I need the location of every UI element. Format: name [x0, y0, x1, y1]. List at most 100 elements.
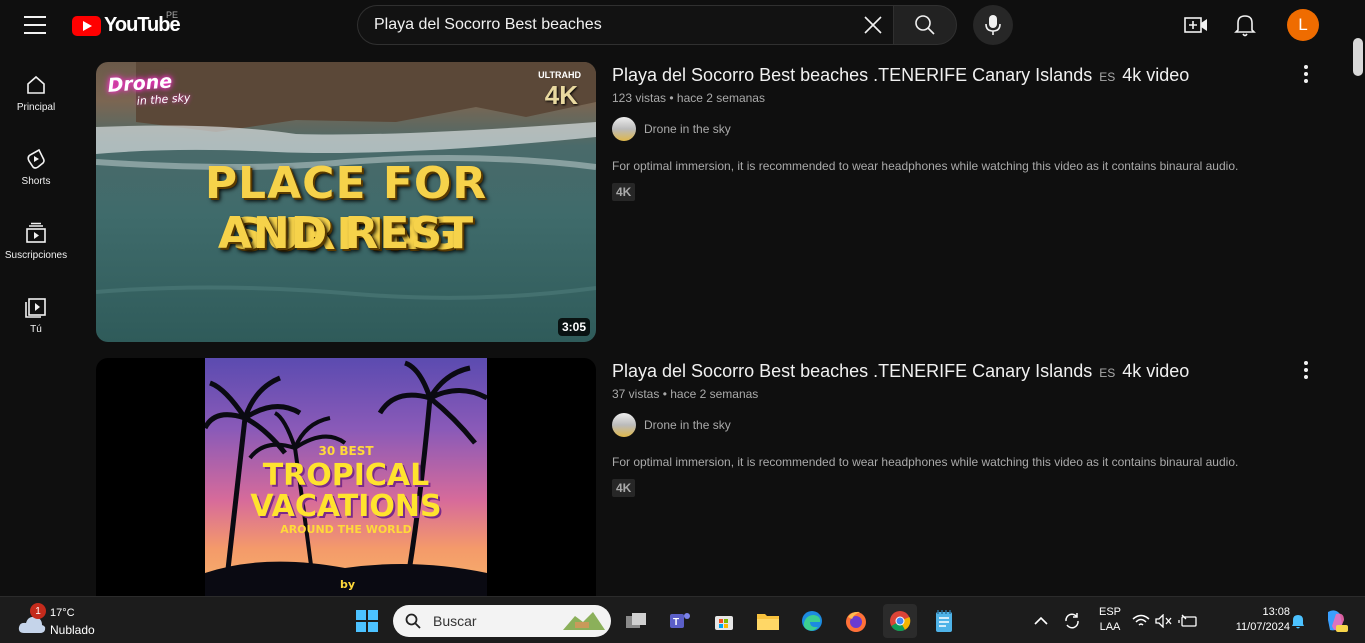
subscriptions-icon — [26, 222, 46, 243]
firefox-icon[interactable] — [839, 604, 873, 638]
sidebar-item-label: Suscripciones — [4, 250, 68, 261]
clear-search-icon[interactable] — [853, 6, 893, 44]
thumb-line5: by — [340, 578, 356, 591]
taskbar-search-placeholder: Buscar — [433, 613, 477, 629]
search-button[interactable] — [893, 5, 957, 45]
account-avatar[interactable]: L — [1287, 9, 1319, 41]
windows-taskbar: 1 17°C Nublado Buscar T ESP LAA 13:08 11… — [0, 596, 1365, 643]
copilot-icon[interactable] — [1318, 604, 1352, 638]
video-title[interactable]: Playa del Socorro Best beaches .TENERIFE… — [612, 358, 1292, 386]
search-box — [357, 5, 893, 45]
language-code: ESP — [1098, 606, 1121, 618]
shorts-icon — [27, 148, 45, 169]
title-text: Playa del Socorro Best beaches .TENERIFE… — [612, 361, 1093, 381]
temperature: 17°C — [50, 607, 75, 619]
quality-badge: 4K — [612, 183, 636, 201]
channel-avatar — [612, 117, 636, 141]
play-logo-icon — [72, 15, 101, 36]
thumb-line1: 30 BEST — [318, 444, 374, 458]
keyboard-layout: LAA — [1099, 621, 1121, 633]
chevron-up-icon[interactable] — [1024, 604, 1058, 638]
battery-icon[interactable] — [1177, 604, 1199, 638]
thumb-line3: VACATIONS — [250, 489, 442, 524]
search-icon — [915, 15, 935, 35]
thumb-line2: TROPICAL — [262, 458, 430, 493]
thumb-ultrahd-label: ULTRAHD — [538, 70, 581, 80]
country-code: PE — [166, 10, 179, 20]
masthead: YouTube PE L — [0, 0, 1365, 52]
sync-icon[interactable] — [1055, 604, 1089, 638]
volume-muted-icon[interactable] — [1154, 604, 1174, 638]
notification-center-icon[interactable] — [1287, 604, 1309, 638]
svg-text:T: T — [673, 617, 679, 628]
file-explorer-icon[interactable] — [751, 604, 785, 638]
video-info: Playa del Socorro Best beaches .TENERIFE… — [612, 62, 1292, 201]
windows-start-icon[interactable] — [350, 604, 384, 638]
title-suffix: 4k video — [1122, 65, 1190, 85]
edge-icon[interactable] — [795, 604, 829, 638]
taskbar-search[interactable]: Buscar — [393, 605, 611, 637]
view-count: 37 vistas — [612, 387, 660, 401]
clock[interactable]: 13:08 11/07/2024 — [1214, 606, 1290, 633]
sidebar-item-suscripciones[interactable]: Suscripciones — [0, 204, 72, 278]
video-meta: 37 vistas • hace 2 semanas — [612, 387, 759, 401]
voice-search-button[interactable] — [973, 5, 1013, 45]
channel-name: Drone in the sky — [644, 418, 731, 432]
channel-avatar — [612, 413, 636, 437]
search-input[interactable] — [374, 16, 853, 34]
sidebar-item-label: Tú — [30, 324, 42, 335]
channel-link[interactable]: Drone in the sky — [612, 117, 1292, 141]
video-description: For optimal immersion, it is recommended… — [612, 455, 1239, 469]
view-count: 123 vistas — [612, 91, 667, 105]
title-suffix: 4k video — [1122, 361, 1190, 381]
mini-guide: Principal Shorts Suscripciones Tú — [0, 56, 72, 352]
menu-icon[interactable] — [24, 16, 46, 34]
more-actions-icon[interactable] — [1294, 62, 1318, 86]
search-icon — [405, 613, 421, 629]
home-icon — [27, 75, 45, 94]
microphone-icon — [985, 15, 1001, 35]
youtube-app: YouTube PE L Principal — [0, 0, 1365, 596]
weather-condition: Nublado — [50, 623, 95, 637]
title-flag: ES — [1099, 366, 1116, 380]
scrollbar-thumb[interactable] — [1353, 38, 1363, 76]
notepad-icon[interactable] — [927, 604, 961, 638]
title-flag: ES — [1099, 70, 1116, 84]
thumbnail-art: 30 BEST TROPICAL VACATIONS AROUND THE WO… — [205, 358, 487, 596]
teams-icon[interactable]: T — [663, 604, 697, 638]
thumb-4k-label: 4K — [544, 80, 578, 110]
create-video-icon[interactable] — [1183, 13, 1209, 37]
weather-widget[interactable]: 1 17°C Nublado — [16, 603, 116, 639]
youtube-logo[interactable]: YouTube — [72, 14, 181, 37]
chrome-icon[interactable] — [883, 604, 917, 638]
title-text: Playa del Socorro Best beaches .TENERIFE… — [612, 65, 1093, 85]
sidebar-item-label: Shorts — [21, 176, 51, 187]
you-icon — [25, 298, 46, 318]
upload-age: hace 2 semanas — [670, 387, 759, 401]
weather-alert-badge: 1 — [30, 603, 46, 619]
clock-date: 11/07/2024 — [1235, 621, 1290, 633]
video-info: Playa del Socorro Best beaches .TENERIFE… — [612, 358, 1292, 497]
clock-time: 13:08 — [1262, 606, 1290, 618]
thumb-line4: AROUND THE WORLD — [280, 523, 412, 536]
video-thumbnail[interactable]: 30 BEST TROPICAL VACATIONS AROUND THE WO… — [96, 358, 596, 596]
page-scrollbar[interactable] — [1351, 36, 1365, 596]
video-description: For optimal immersion, it is recommended… — [612, 159, 1239, 173]
microsoft-store-icon[interactable] — [707, 604, 741, 638]
more-actions-icon[interactable] — [1294, 358, 1318, 382]
video-duration: 3:05 — [557, 318, 590, 336]
search-highlight-icon — [563, 612, 605, 630]
video-thumbnail[interactable]: Drone in the sky ULTRAHD 4K PLACE FOR SU… — [96, 62, 596, 342]
sidebar-item-tu[interactable]: Tú — [0, 278, 72, 352]
input-language[interactable]: ESP LAA — [1092, 606, 1128, 633]
task-view-icon[interactable] — [619, 604, 653, 638]
sidebar-item-shorts[interactable]: Shorts — [0, 130, 72, 204]
upload-age: hace 2 semanas — [676, 91, 765, 105]
video-title[interactable]: Playa del Socorro Best beaches .TENERIFE… — [612, 62, 1292, 90]
channel-link[interactable]: Drone in the sky — [612, 413, 1292, 437]
quality-badge: 4K — [612, 479, 636, 497]
channel-logo-overlay: Drone in the sky — [107, 69, 191, 110]
wifi-icon[interactable] — [1131, 604, 1151, 638]
notifications-bell-icon[interactable] — [1233, 12, 1257, 38]
sidebar-item-principal[interactable]: Principal — [0, 56, 72, 130]
